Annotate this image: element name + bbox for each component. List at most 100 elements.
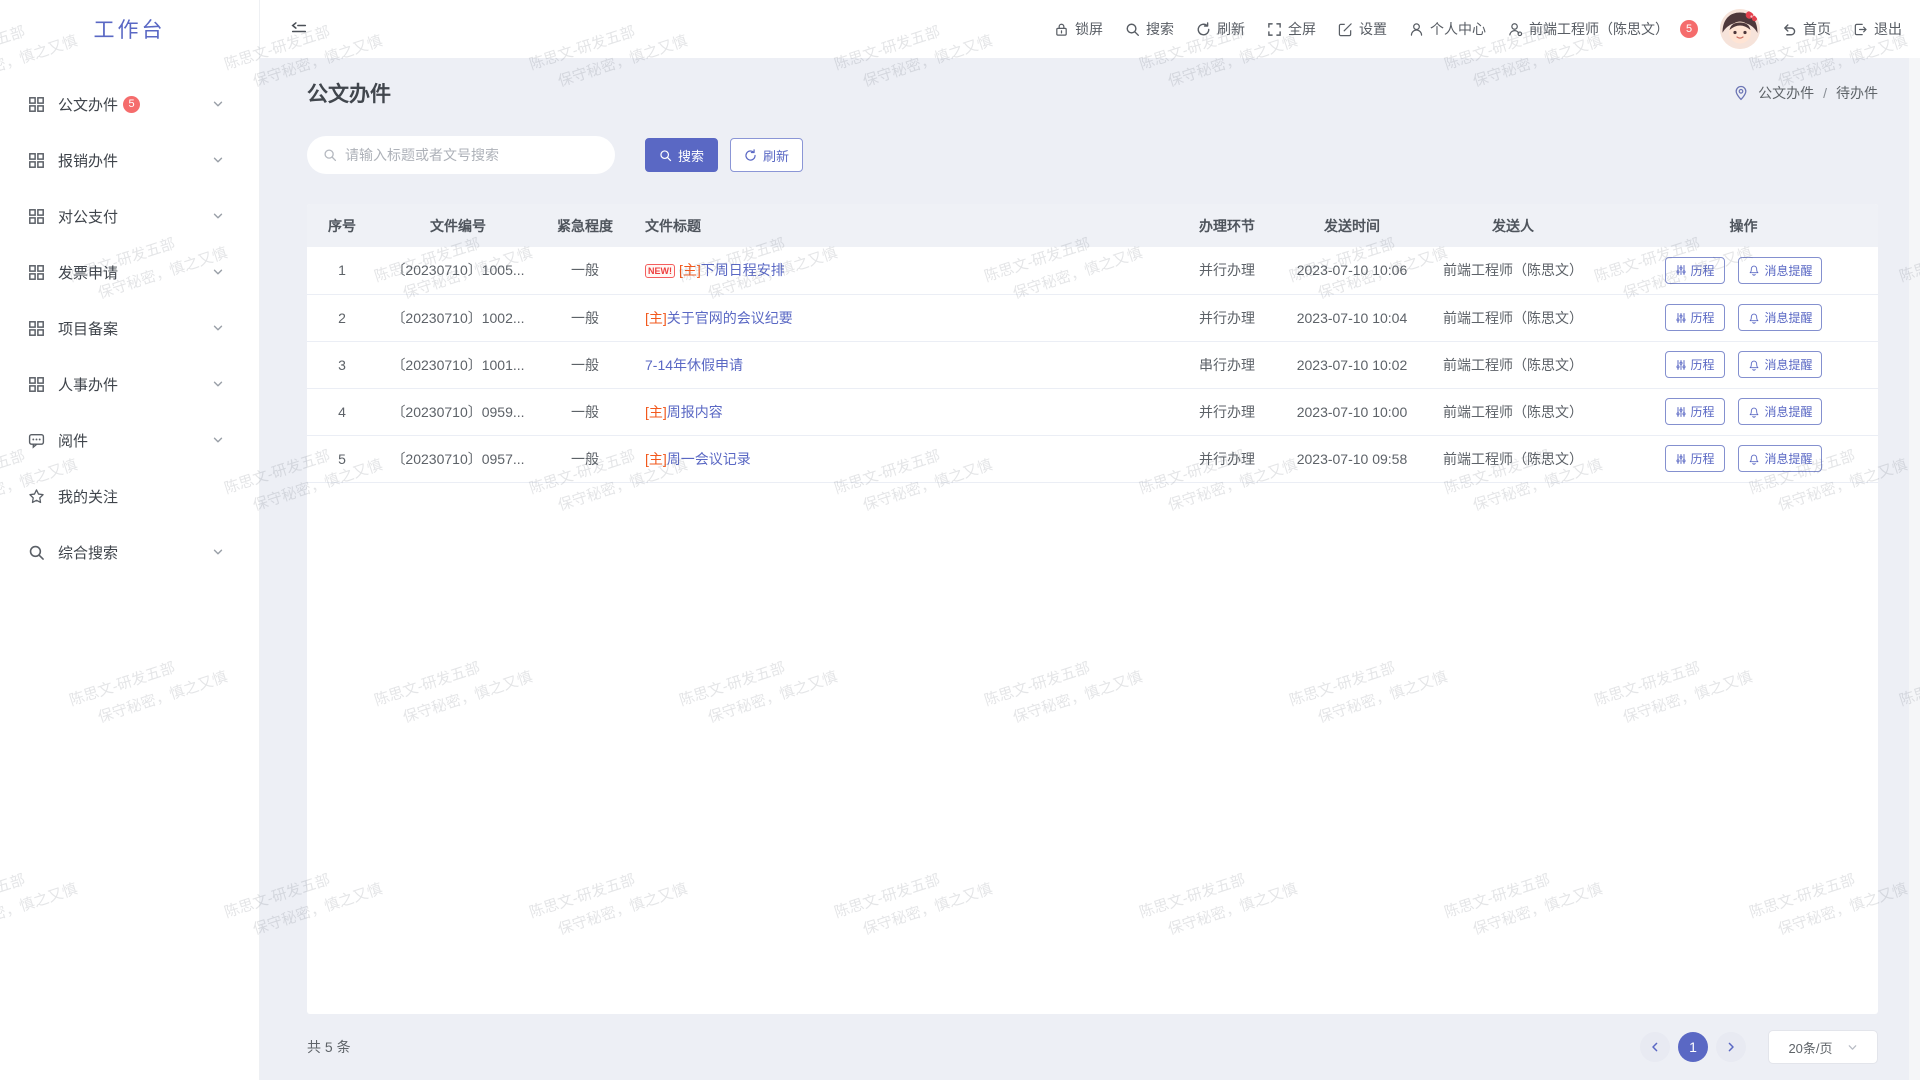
sidebar-item-gongwen[interactable]: 公文办件 5 [0, 76, 259, 132]
notify-button[interactable]: 消息提醒 [1738, 398, 1822, 425]
search-input[interactable] [345, 147, 599, 163]
page-size-select[interactable]: 20条/页 [1768, 1030, 1878, 1064]
cell-seq: 4 [307, 388, 377, 435]
chevron-down-icon [212, 434, 224, 446]
sidebar-item-fapiao[interactable]: 发票申请 [0, 244, 259, 300]
breadcrumb: 公文办件 / 待办件 [1733, 83, 1878, 103]
sidebar-item-duigong[interactable]: 对公支付 [0, 188, 259, 244]
cell-urgency: 一般 [539, 388, 631, 435]
lock-icon [1054, 22, 1069, 37]
cell-step: 并行办理 [1167, 294, 1287, 341]
logout-button[interactable]: 退出 [1853, 19, 1902, 39]
global-search-button[interactable]: 搜索 [1125, 19, 1174, 39]
sidebar-item-sousuo[interactable]: 综合搜索 [0, 524, 259, 580]
notify-button[interactable]: 消息提醒 [1738, 445, 1822, 472]
document-link[interactable]: 周一会议记录 [667, 451, 751, 467]
avatar[interactable] [1720, 9, 1760, 49]
profile-center-button[interactable]: 个人中心 [1409, 19, 1486, 39]
chevron-down-icon [212, 154, 224, 166]
breadcrumb-section[interactable]: 公文办件 [1758, 83, 1814, 103]
prev-page-button[interactable] [1640, 1032, 1670, 1062]
sidebar-item-xiangmu[interactable]: 项目备案 [0, 300, 259, 356]
cell-sender: 前端工程师（陈思文） [1417, 435, 1609, 482]
cell-sender: 前端工程师（陈思文） [1417, 294, 1609, 341]
pagination-bar: 共 5 条 1 20条/页 [307, 1014, 1878, 1080]
settings-button[interactable]: 设置 [1338, 19, 1387, 39]
home-button[interactable]: 首页 [1782, 19, 1831, 39]
sidebar-item-yuejian[interactable]: 阅件 [0, 412, 259, 468]
col-doc-no: 文件编号 [377, 204, 539, 247]
history-button[interactable]: 历程 [1665, 351, 1725, 378]
col-sender: 发送人 [1417, 204, 1609, 247]
document-link[interactable]: 关于官网的会议纪要 [667, 310, 793, 326]
cell-actions: 历程 消息提醒 [1609, 435, 1878, 482]
document-link[interactable]: 周报内容 [667, 404, 723, 420]
refresh-page-button[interactable]: 刷新 [1196, 19, 1245, 39]
pin-icon [1733, 85, 1749, 101]
breadcrumb-current: 待办件 [1836, 83, 1878, 103]
logout-icon [1853, 22, 1868, 37]
sidebar-item-baoxiao[interactable]: 报销办件 [0, 132, 259, 188]
fullscreen-label: 全屏 [1288, 19, 1316, 39]
cell-doc-no: 〔20230710〕1005... [377, 247, 539, 294]
fullscreen-icon [1267, 22, 1282, 37]
sidebar-menu: 公文办件 5 报销办件 对公支付 发票申请 项目备案 [0, 58, 259, 580]
table-header-row: 序号 文件编号 紧急程度 文件标题 办理环节 发送时间 发送人 操作 [307, 204, 1878, 247]
cell-seq: 5 [307, 435, 377, 482]
cell-doc-no: 〔20230710〕0957... [377, 435, 539, 482]
document-link[interactable]: 下周日程安排 [701, 262, 785, 278]
cell-time: 2023-07-10 10:00 [1287, 388, 1417, 435]
refresh-icon [744, 149, 757, 162]
collapse-sidebar-icon[interactable] [290, 20, 308, 38]
col-step: 办理环节 [1167, 204, 1287, 247]
notify-button[interactable]: 消息提醒 [1738, 304, 1822, 331]
grid-icon [28, 320, 45, 337]
cell-sender: 前端工程师（陈思文） [1417, 247, 1609, 294]
cell-urgency: 一般 [539, 294, 631, 341]
cell-actions: 历程 消息提醒 [1609, 247, 1878, 294]
home-label: 首页 [1803, 19, 1831, 39]
history-button[interactable]: 历程 [1665, 398, 1725, 425]
chevron-down-icon [212, 210, 224, 222]
cell-doc-no: 〔20230710〕1001... [377, 341, 539, 388]
search-field [307, 136, 615, 174]
notify-button[interactable]: 消息提醒 [1738, 257, 1822, 284]
chevron-down-icon [1847, 1042, 1858, 1053]
history-button[interactable]: 历程 [1665, 257, 1725, 284]
sidebar-item-renshi[interactable]: 人事办件 [0, 356, 259, 412]
current-page[interactable]: 1 [1678, 1032, 1708, 1062]
current-user[interactable]: 前端工程师（陈思文） 5 [1508, 19, 1698, 39]
current-user-name: 前端工程师（陈思文） [1529, 19, 1669, 39]
col-title: 文件标题 [631, 204, 1167, 247]
fullscreen-button[interactable]: 全屏 [1267, 19, 1316, 39]
sidebar-item-label: 公文办件 [58, 94, 118, 115]
bell-icon [1748, 264, 1760, 276]
cell-doc-no: 〔20230710〕1002... [377, 294, 539, 341]
cell-actions: 历程 消息提醒 [1609, 388, 1878, 435]
document-link[interactable]: 7-14年休假申请 [645, 357, 743, 373]
app-logo: 工作台 [0, 0, 259, 58]
cell-step: 并行办理 [1167, 435, 1287, 482]
history-button[interactable]: 历程 [1665, 304, 1725, 331]
cell-time: 2023-07-10 10:04 [1287, 294, 1417, 341]
sliders-icon [1675, 264, 1687, 276]
col-urgency: 紧急程度 [539, 204, 631, 247]
table-row: 2 〔20230710〕1002... 一般 [主]关于官网的会议纪要 并行办理… [307, 294, 1878, 341]
chevron-down-icon [212, 322, 224, 334]
notify-button[interactable]: 消息提醒 [1738, 351, 1822, 378]
pager: 1 20条/页 [1640, 1030, 1878, 1064]
document-table-card: 序号 文件编号 紧急程度 文件标题 办理环节 发送时间 发送人 操作 1 [307, 204, 1878, 1014]
doc-tag: [主] [645, 310, 667, 326]
next-page-button[interactable] [1716, 1032, 1746, 1062]
lock-screen-button[interactable]: 锁屏 [1054, 19, 1103, 39]
star-icon [28, 488, 45, 505]
sidebar: 工作台 公文办件 5 报销办件 对公支付 发票申请 [0, 0, 260, 1080]
cell-step: 并行办理 [1167, 247, 1287, 294]
history-button[interactable]: 历程 [1665, 445, 1725, 472]
refresh-list-button[interactable]: 刷新 [730, 138, 803, 172]
sidebar-item-guanzhu[interactable]: 我的关注 [0, 468, 259, 524]
scrollbar-track[interactable] [1909, 58, 1920, 1080]
search-button[interactable]: 搜索 [645, 138, 718, 172]
unread-count-badge: 5 [123, 96, 140, 113]
bell-icon [1748, 359, 1760, 371]
